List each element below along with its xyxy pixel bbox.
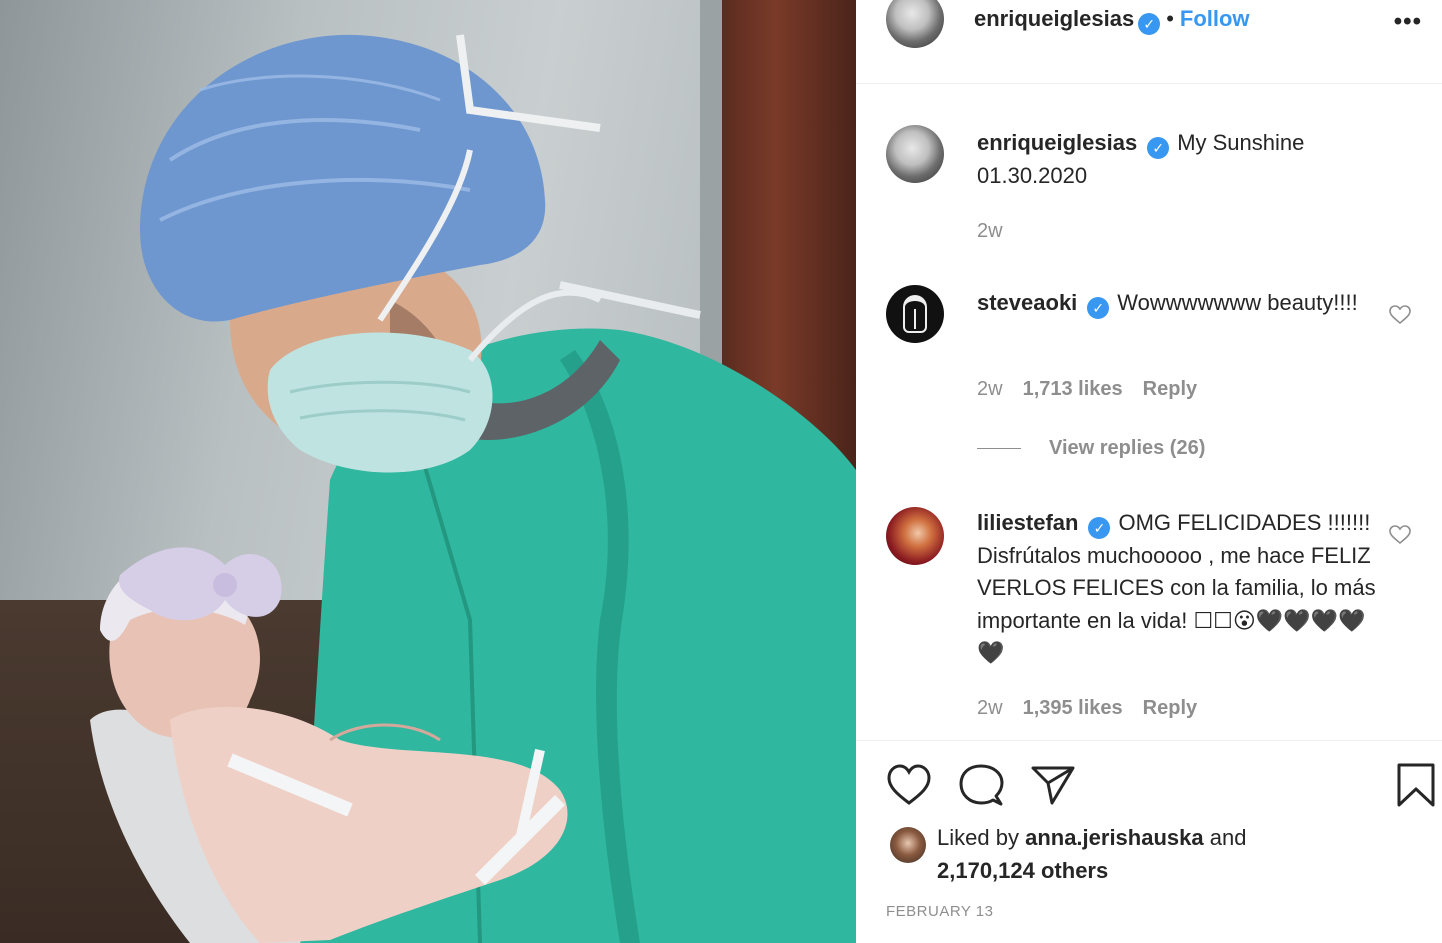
photo-illustration [90,34,856,943]
caption-meta: 2w [977,220,1023,243]
comment-meta: 2w 1,395 likes Reply [977,697,1217,720]
likes-prefix: Liked by [937,825,1019,850]
post-photo[interactable] [0,0,856,943]
caption-username[interactable]: enriqueiglesias [977,130,1137,155]
heart-outline-icon[interactable] [1388,303,1412,327]
author-line: enriqueiglesias ✓ • Follow [974,6,1250,35]
commenter-avatar[interactable] [886,507,944,565]
view-replies-button[interactable]: View replies (26) [977,437,1205,460]
caption-line2: 01.30.2020 [977,162,1088,188]
comment-likes[interactable]: 1,395 likes [1023,697,1123,719]
separator-dot: • [1166,6,1174,31]
liker-avatar[interactable] [890,827,926,863]
post-sidebar: enriqueiglesias ✓ • Follow ••• enriqueigles… [856,0,1442,943]
liker-username[interactable]: anna.jerishauska [1025,825,1204,850]
view-replies-label: View replies (26) [1049,437,1206,459]
caption-line1: My Sunshine [1177,130,1305,155]
reply-button[interactable]: Reply [1143,697,1197,719]
more-options-icon[interactable]: ••• [1394,8,1422,36]
likes-summary: Liked by anna.jerishauska and 2,170,124 … [937,822,1377,887]
post-header: enriqueiglesias ✓ • Follow ••• [856,0,1442,84]
comment-meta: 2w 1,713 likes Reply [977,378,1217,401]
aoki-logo-icon [903,295,927,333]
comment-age[interactable]: 2w [977,378,1003,400]
verified-badge-icon: ✓ [1138,13,1161,35]
commenter-username[interactable]: liliestefan [977,510,1078,535]
likes-and: and [1209,825,1247,850]
comment-text: liliestefan ✓ OMG FELICIDADES !!!!!!! Disf… [977,507,1377,670]
heart-outline-icon[interactable] [1388,523,1412,547]
author-username[interactable]: enriqueiglesias [974,6,1134,31]
view-replies-line [977,448,1021,450]
comment-likes[interactable]: 1,713 likes [1023,378,1123,400]
comment-bubble-icon[interactable] [958,763,1004,807]
verified-badge-icon: ✓ [1087,297,1110,319]
bookmark-icon[interactable] [1396,762,1436,808]
comment-body: Wowwwwwww beauty!!!! [1117,290,1358,315]
caption-text: enriqueiglesias ✓ My Sunshine 01.30.2020 [977,127,1377,192]
commenter-username[interactable]: steveaoki [977,290,1077,315]
post-date[interactable]: FEBRUARY 13 [886,903,994,920]
commenter-avatar[interactable] [886,285,944,343]
caption-avatar[interactable] [886,125,944,183]
reply-button[interactable]: Reply [1143,378,1197,400]
heart-outline-icon[interactable] [886,763,932,807]
share-plane-icon[interactable] [1030,764,1076,806]
verified-badge-icon: ✓ [1088,517,1111,539]
caption-age[interactable]: 2w [977,220,1003,242]
comment-text: steveaoki ✓ Wowwwwwww beauty!!!! [977,287,1377,320]
verified-badge-icon: ✓ [1147,137,1170,159]
comment-age[interactable]: 2w [977,697,1003,719]
likes-count[interactable]: 2,170,124 others [937,858,1108,883]
follow-button[interactable]: Follow [1180,6,1250,31]
author-avatar[interactable] [886,0,944,48]
